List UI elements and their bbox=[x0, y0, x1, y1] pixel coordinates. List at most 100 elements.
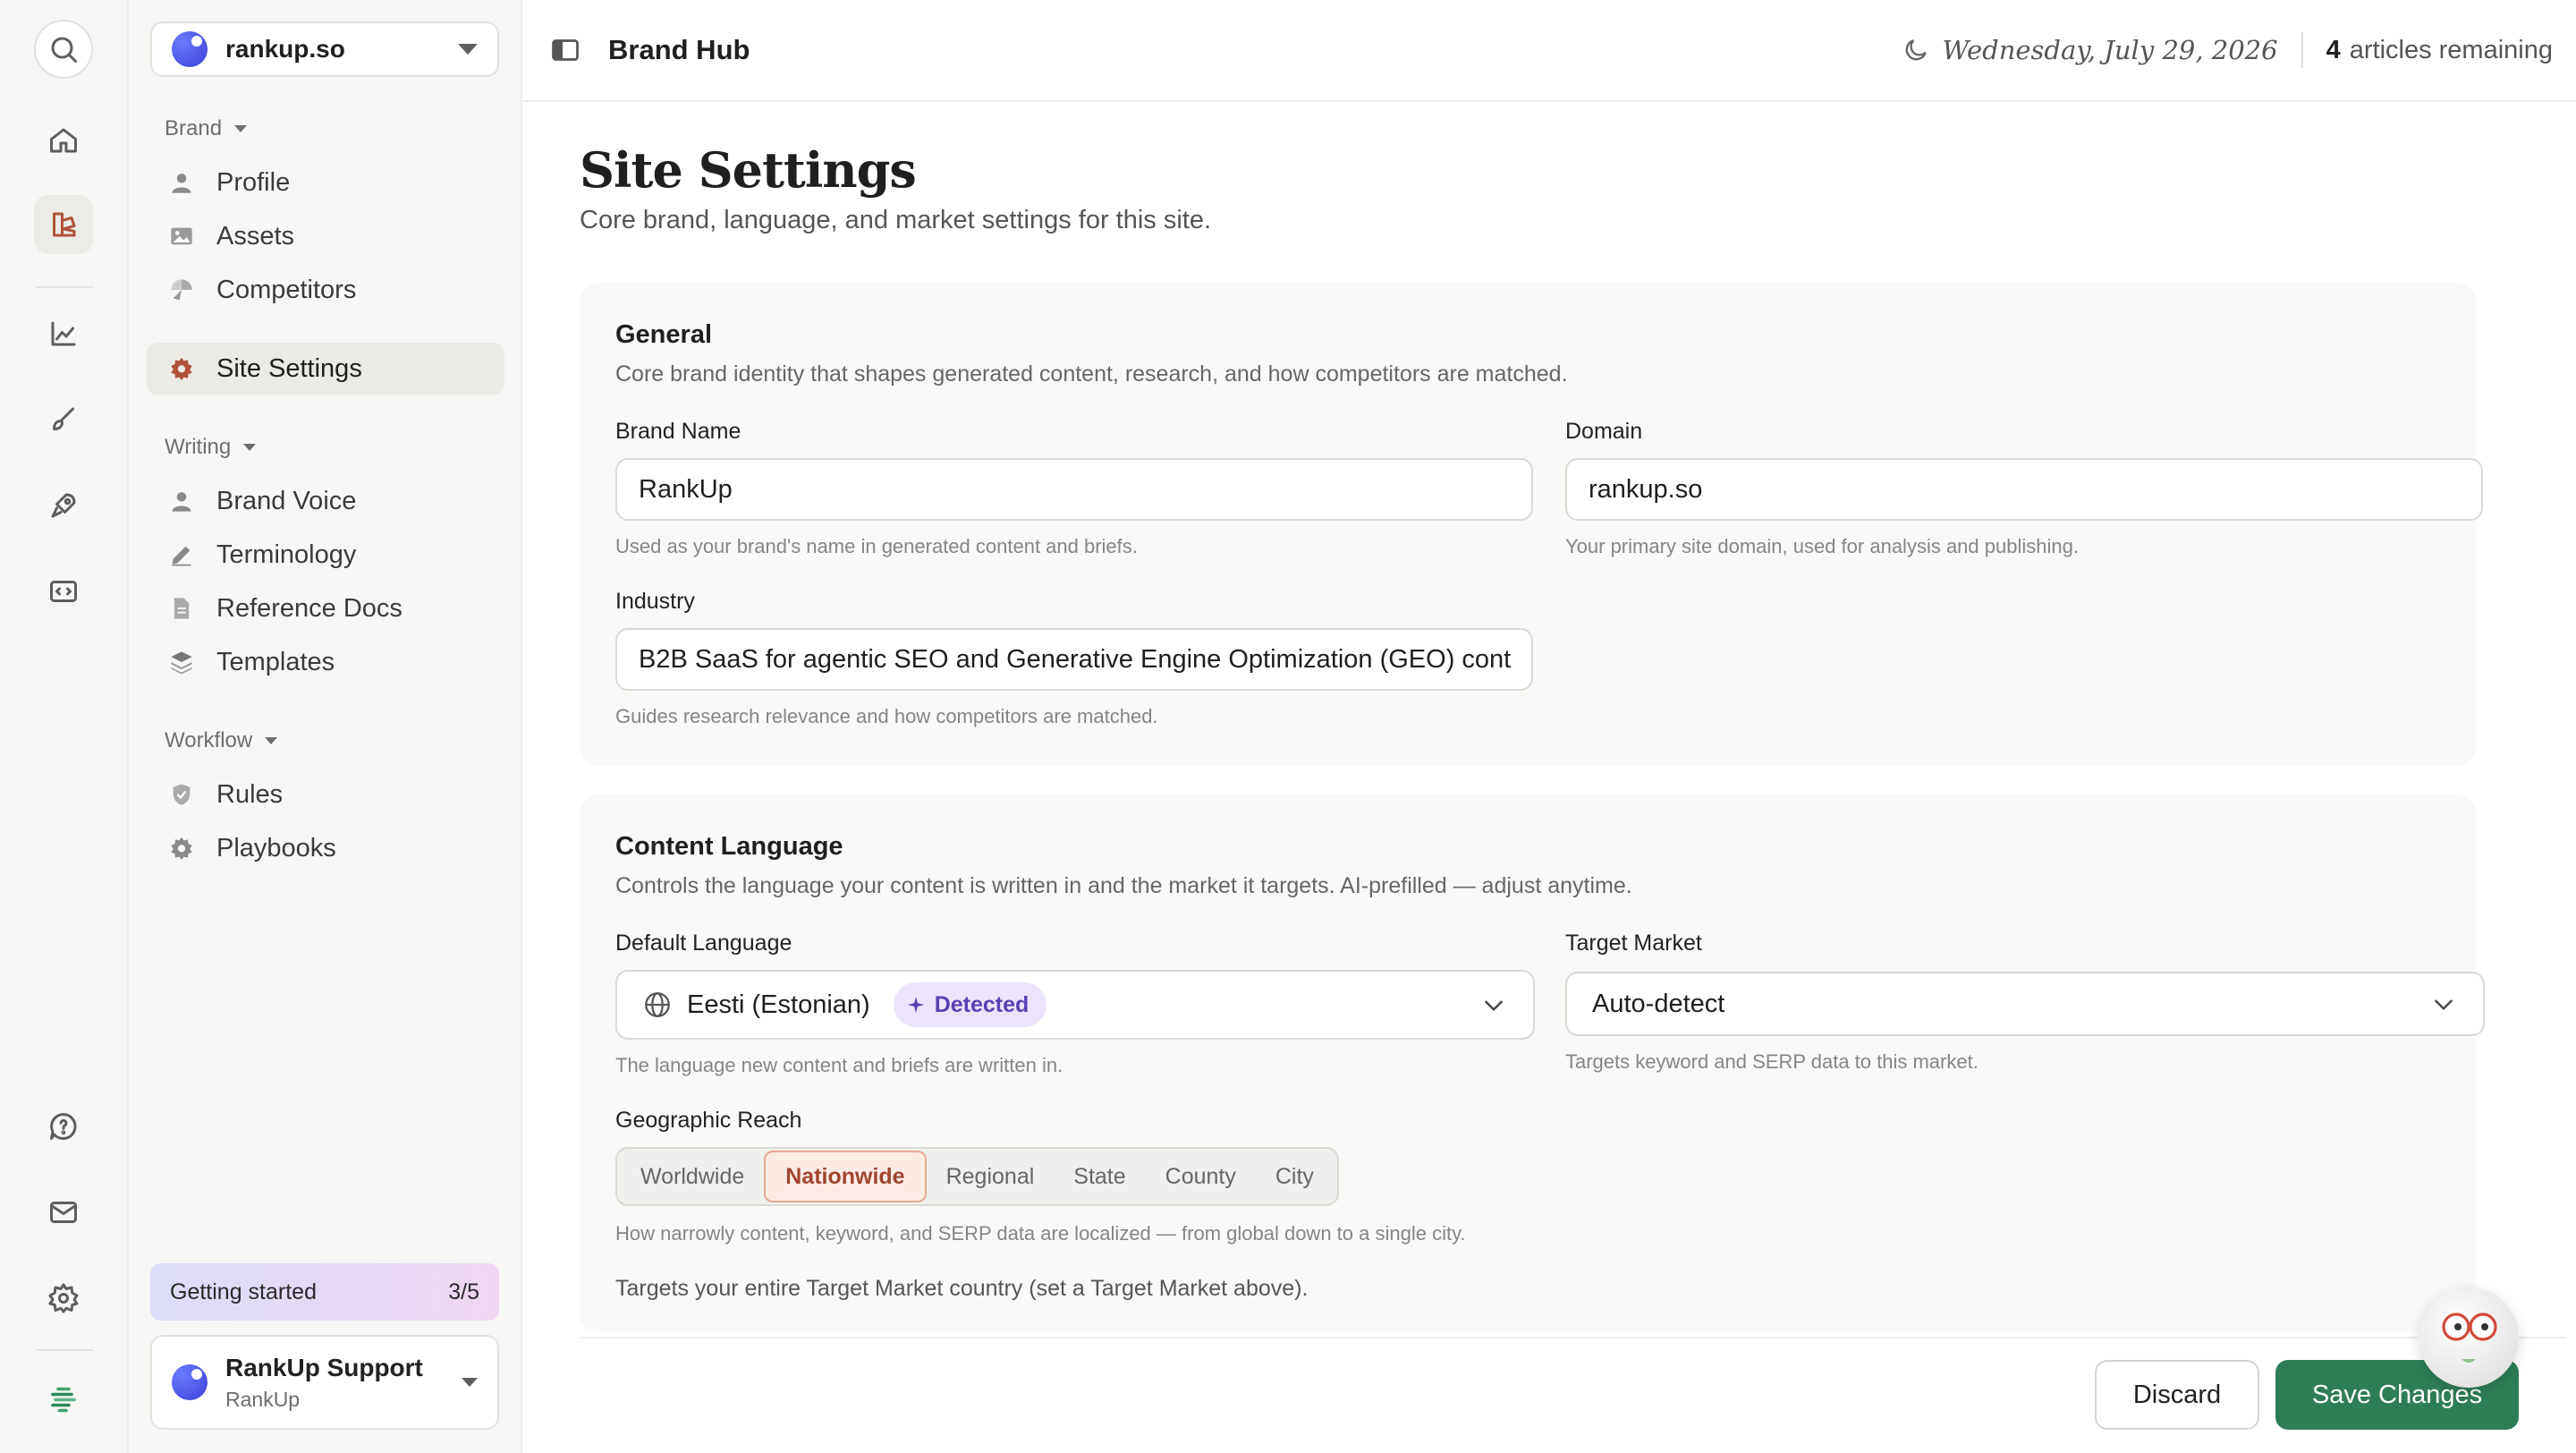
default-language-hint: The language new content and briefs are … bbox=[615, 1054, 1063, 1076]
discard-button[interactable]: Discard bbox=[2095, 1360, 2259, 1430]
articles-remaining: 4 articles remaining bbox=[2326, 36, 2553, 65]
sidebar-item-label: Playbooks bbox=[216, 833, 336, 862]
sidebar-item-terminology[interactable]: Terminology bbox=[147, 529, 504, 581]
brand-hub-icon[interactable] bbox=[34, 195, 93, 254]
sidebar-item-assets[interactable]: Assets bbox=[147, 210, 504, 262]
globe-icon bbox=[645, 992, 670, 1017]
chevron-down-icon bbox=[1484, 1000, 1504, 1012]
geographic-reach-hint: How narrowly content, keyword, and SERP … bbox=[615, 1222, 1466, 1245]
rocket-icon[interactable] bbox=[34, 476, 93, 535]
competitors-icon bbox=[168, 276, 195, 303]
detected-badge: Detected bbox=[893, 982, 1047, 1027]
detected-badge-label: Detected bbox=[934, 991, 1030, 1017]
sparkle-icon bbox=[907, 996, 924, 1014]
brand-nav-sidebar: rankup.so Brand Profile Assets Competito… bbox=[129, 0, 522, 1453]
sidebar-item-templates[interactable]: Templates bbox=[147, 636, 504, 688]
embed-icon[interactable] bbox=[34, 562, 93, 621]
date-display: Wednesday, July 29, 2026 bbox=[1902, 35, 2278, 65]
industry-input[interactable]: B2B SaaS for agentic SEO and Generative … bbox=[615, 628, 1533, 691]
site-picker[interactable]: rankup.so bbox=[150, 21, 499, 77]
nav-group-writing[interactable]: Writing bbox=[165, 435, 257, 460]
target-market-value: Auto-detect bbox=[1592, 989, 1725, 1018]
sidebar-item-label: Terminology bbox=[216, 540, 357, 569]
avatar bbox=[172, 1364, 208, 1400]
sidebar-item-label: Reference Docs bbox=[216, 593, 402, 623]
sidebar-toggle-icon[interactable] bbox=[549, 34, 581, 66]
reach-option-county[interactable]: County bbox=[1146, 1151, 1256, 1202]
getting-started-label: Getting started bbox=[170, 1279, 317, 1304]
account-switcher[interactable]: RankUp Support RankUp bbox=[150, 1335, 499, 1430]
person-icon bbox=[168, 169, 195, 196]
date-text: Wednesday, July 29, 2026 bbox=[1942, 35, 2278, 65]
reach-option-worldwide[interactable]: Worldwide bbox=[621, 1151, 764, 1202]
content-language-card: Content Language Controls the language y… bbox=[580, 794, 2485, 1331]
chevron-down-icon bbox=[458, 44, 478, 55]
sidebar-item-profile[interactable]: Profile bbox=[147, 157, 504, 208]
reach-option-regional[interactable]: Regional bbox=[927, 1151, 1055, 1202]
image-icon bbox=[168, 223, 195, 250]
sidebar-item-rules[interactable]: Rules bbox=[147, 769, 504, 820]
site-name: rankup.so bbox=[225, 35, 345, 63]
search-icon[interactable] bbox=[34, 20, 93, 79]
domain-label: Domain bbox=[1565, 419, 1643, 444]
industry-label: Industry bbox=[615, 589, 695, 614]
sidebar-item-label: Templates bbox=[216, 647, 335, 676]
target-market-select[interactable]: Auto-detect bbox=[1565, 972, 2485, 1036]
geographic-reach-label: Geographic Reach bbox=[615, 1108, 802, 1133]
page-subtitle: Core brand, language, and market setting… bbox=[580, 206, 1212, 234]
reach-option-state[interactable]: State bbox=[1054, 1151, 1145, 1202]
sidebar-item-reference-docs[interactable]: Reference Docs bbox=[147, 582, 504, 634]
sidebar-item-label: Assets bbox=[216, 221, 295, 251]
sidebar-item-site-settings[interactable]: Site Settings bbox=[147, 343, 504, 395]
target-market-hint: Targets keyword and SERP data to this ma… bbox=[1565, 1050, 1979, 1073]
general-heading: General bbox=[615, 320, 712, 349]
gear-icon bbox=[168, 835, 195, 862]
document-icon bbox=[168, 595, 195, 622]
domain-hint: Your primary site domain, used for analy… bbox=[1565, 535, 2079, 557]
domain-input[interactable]: rankup.so bbox=[1565, 458, 2483, 521]
home-icon[interactable] bbox=[34, 111, 93, 170]
pencil-icon bbox=[168, 541, 195, 568]
shield-check-icon bbox=[168, 781, 195, 808]
gear-icon[interactable] bbox=[34, 1269, 93, 1328]
chat-icon[interactable] bbox=[34, 1097, 93, 1156]
brand-name-input[interactable]: RankUp bbox=[615, 458, 1533, 521]
brand-name-label: Brand Name bbox=[615, 419, 741, 444]
geographic-reach-segmented: Worldwide Nationwide Regional State Coun… bbox=[615, 1147, 1339, 1206]
remaining-count: 4 bbox=[2326, 35, 2341, 64]
content-language-description: Controls the language your content is wr… bbox=[615, 873, 1632, 898]
sidebar-item-label: Brand Voice bbox=[216, 486, 357, 515]
default-language-select[interactable]: Eesti (Estonian) Detected bbox=[615, 970, 1535, 1040]
chevron-down-icon bbox=[2434, 999, 2453, 1011]
analytics-icon[interactable] bbox=[34, 304, 93, 363]
site-logo-icon bbox=[172, 31, 208, 67]
reach-option-city[interactable]: City bbox=[1256, 1151, 1334, 1202]
sidebar-item-competitors[interactable]: Competitors bbox=[147, 264, 504, 316]
mail-icon[interactable] bbox=[34, 1183, 93, 1242]
icon-rail bbox=[0, 0, 129, 1453]
nav-group-workflow[interactable]: Workflow bbox=[165, 728, 278, 753]
sidebar-item-label: Site Settings bbox=[216, 353, 362, 383]
getting-started-progress: 3/5 bbox=[448, 1279, 479, 1304]
caret-down-icon bbox=[234, 125, 248, 132]
mascot-face-icon bbox=[2442, 1313, 2497, 1363]
reach-option-nationwide[interactable]: Nationwide bbox=[764, 1151, 927, 1202]
default-language-value: Eesti (Estonian) bbox=[687, 990, 870, 1019]
industry-hint: Guides research relevance and how compet… bbox=[615, 705, 1158, 727]
brush-icon[interactable] bbox=[34, 390, 93, 449]
nav-group-label: Writing bbox=[165, 435, 232, 459]
general-description: Core brand identity that shapes generate… bbox=[615, 361, 1568, 387]
sidebar-item-label: Competitors bbox=[216, 275, 357, 304]
caret-down-icon bbox=[265, 737, 278, 744]
top-bar: Brand Hub Wednesday, July 29, 2026 4 arti… bbox=[522, 0, 2576, 102]
sidebar-item-playbooks[interactable]: Playbooks bbox=[147, 822, 504, 874]
sidebar-item-label: Profile bbox=[216, 167, 291, 197]
sidebar-item-brand-voice[interactable]: Brand Voice bbox=[147, 475, 504, 527]
nav-group-brand[interactable]: Brand bbox=[165, 116, 248, 141]
nav-group-label: Workflow bbox=[165, 728, 253, 752]
account-name: RankUp Support bbox=[225, 1353, 423, 1381]
getting-started-banner[interactable]: Getting started 3/5 bbox=[150, 1263, 499, 1321]
assistant-mascot[interactable] bbox=[2419, 1287, 2519, 1388]
general-card: General Core brand identity that shapes … bbox=[580, 283, 2483, 766]
account-org: RankUp bbox=[225, 1387, 301, 1411]
